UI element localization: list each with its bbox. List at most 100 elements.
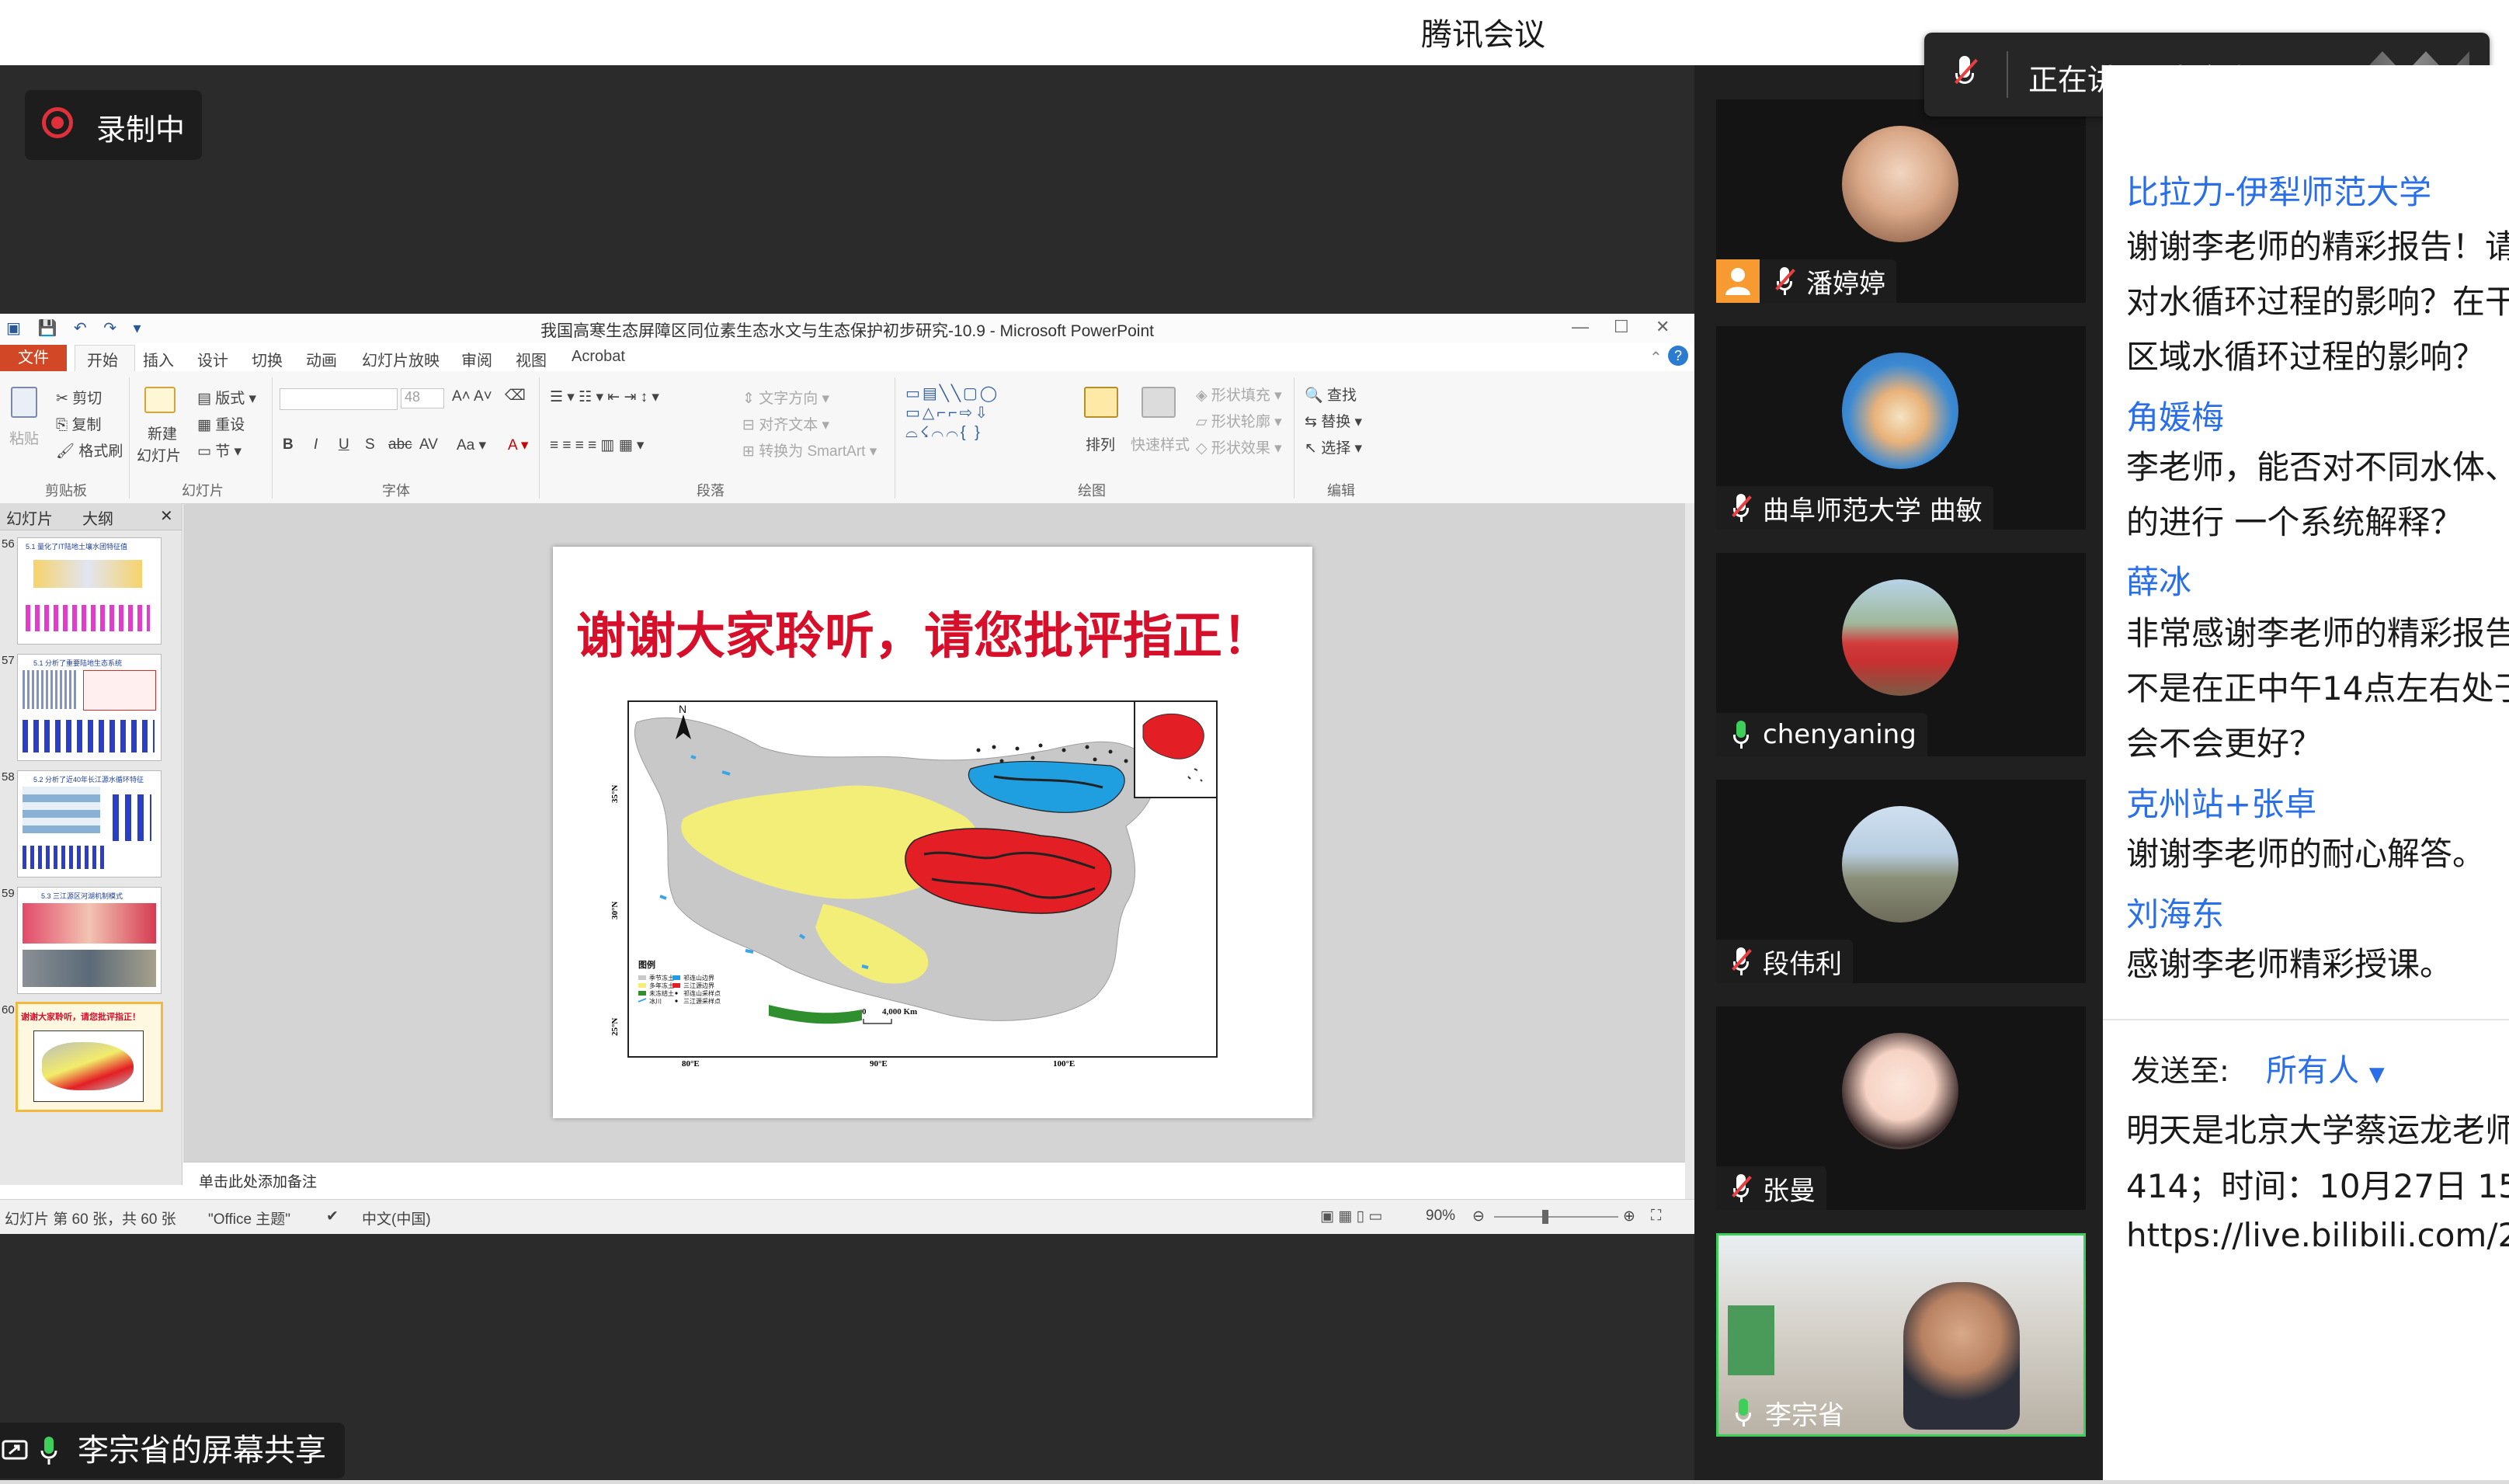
underline-button[interactable]: U — [339, 436, 349, 454]
arrange-icon[interactable] — [1084, 387, 1118, 418]
reset-button[interactable]: ▦ 重设 — [197, 413, 245, 434]
tab-design[interactable]: 设计 — [197, 348, 228, 370]
mic-muted-icon[interactable] — [1730, 494, 1752, 522]
shape-effects-button[interactable]: ◇ 形状效果 ▾ — [1196, 436, 1282, 457]
tab-file[interactable]: 文件 — [0, 345, 67, 371]
font-color-button[interactable]: A ▾ — [508, 436, 528, 454]
tab-slides[interactable]: 幻灯片 — [6, 506, 53, 529]
new-slide-label[interactable]: 新建 — [148, 422, 177, 443]
thumb-bars — [26, 605, 150, 631]
legend-swatch-sanjiangyuan — [672, 983, 680, 988]
tab-insert[interactable]: 插入 — [143, 348, 174, 370]
tab-home[interactable]: 开始 — [87, 348, 118, 370]
minimize-icon[interactable]: — — [1572, 317, 1589, 337]
fit-slide-icon[interactable]: ⛶ — [1651, 1208, 1661, 1225]
tab-outline[interactable]: 大纲 — [82, 506, 113, 529]
layout-button[interactable]: ▤ 版式 ▾ — [197, 387, 256, 408]
notes-pane[interactable]: 单击此处添加备注 — [183, 1162, 1685, 1200]
arrange-button[interactable]: 排列 — [1086, 433, 1115, 454]
participant-tile[interactable]: 潘婷婷 — [1716, 99, 2086, 303]
select-button[interactable]: ↖ 选择 ▾ — [1305, 436, 1362, 457]
mic-on-icon — [40, 1437, 57, 1465]
mic-muted-icon[interactable] — [1774, 267, 1795, 295]
italic-button[interactable]: I — [314, 436, 318, 454]
mic-on-icon[interactable] — [1730, 721, 1752, 749]
section-button[interactable]: ▭ 节 ▾ — [197, 440, 242, 460]
tab-acrobat[interactable]: Acrobat — [572, 348, 625, 366]
slide-thumbnail[interactable]: 5.3 三江源区河湖机制模式 — [17, 887, 162, 994]
chat-draft-line[interactable]: https://live.bilibili.com/2 — [2126, 1216, 2509, 1254]
clear-format-icon[interactable]: ⌫ — [505, 387, 526, 405]
shadow-button[interactable]: S — [365, 436, 375, 454]
zoom-slider[interactable] — [1494, 1216, 1618, 1218]
lat-label: 25°N — [610, 1017, 620, 1036]
zoom-in-icon[interactable]: ⊕ — [1623, 1208, 1635, 1225]
shapes-gallery[interactable]: ▭▤╲╲▢◯ ▭△⌐⌐⇨⇩ ⌓☇⌒⌒{ } — [905, 384, 999, 442]
paste-button[interactable]: 粘贴 — [9, 427, 39, 448]
bold-button[interactable]: B — [283, 436, 294, 454]
participant-tile[interactable]: chenyaning — [1716, 553, 2086, 756]
theme-name: "Office 主题" — [208, 1211, 291, 1228]
participant-tile[interactable]: 曲阜师范大学 曲敏 — [1716, 326, 2086, 530]
mic-muted-icon[interactable] — [1730, 1174, 1752, 1202]
font-family-select[interactable] — [280, 388, 398, 410]
quick-styles-button[interactable]: 快速样式 — [1131, 433, 1190, 454]
font-size-select[interactable]: 48 — [401, 388, 444, 408]
cut-button[interactable]: ✂ 剪切 — [56, 387, 102, 408]
tab-slideshow[interactable]: 幻灯片放映 — [362, 348, 440, 370]
mic-muted-icon[interactable] — [1730, 947, 1752, 975]
participant-name: chenyaning — [1763, 719, 1917, 750]
cut-label: 剪切 — [72, 391, 103, 407]
tab-transitions[interactable]: 切换 — [252, 348, 283, 370]
bullets-buttons[interactable]: ☰ ▾ ☷ ▾ ⇤ ⇥ ↕ ▾ — [550, 388, 659, 406]
chat-draft-line[interactable]: 明天是北京大学蔡运龙老师 — [2126, 1104, 2509, 1152]
slide-thumbnail[interactable]: 5.1 量化了IT陆地土壤水团特征值 — [17, 537, 162, 645]
view-buttons[interactable]: ▣ ▦ ▯ ▭ — [1320, 1208, 1382, 1225]
paste-icon[interactable] — [11, 387, 37, 418]
thumb-map — [23, 903, 156, 944]
shape-fill-button[interactable]: ◈ 形状填充 ▾ — [1196, 384, 1282, 405]
close-icon[interactable]: ✕ — [1656, 317, 1670, 337]
current-slide[interactable]: 谢谢大家聆听，请您批评指正！ N 0 4,000 Km 图例 季节冻土 多年冻土… — [553, 547, 1312, 1118]
copy-button[interactable]: ⎘ 复制 — [56, 413, 102, 434]
ribbon-collapse-icon[interactable]: ⌃ — [1649, 348, 1663, 367]
align-buttons[interactable]: ≡ ≡ ≡ ≡ ▥ ▦ ▾ — [550, 436, 644, 454]
font-grow-shrink-buttons[interactable]: A˄ A˅ — [452, 388, 492, 405]
participant-tile[interactable]: 张曼 — [1716, 1006, 2086, 1210]
participant-tile[interactable]: 段伟利 — [1716, 780, 2086, 983]
quick-styles-icon[interactable] — [1142, 387, 1176, 418]
recording-indicator[interactable]: 录制中 — [25, 90, 202, 160]
format-painter-button[interactable]: 🖌 格式刷 — [56, 440, 123, 460]
replace-button[interactable]: ⇆ 替换 ▾ — [1305, 410, 1362, 431]
spellcheck-icon[interactable]: ✔ — [326, 1208, 339, 1225]
thumb-title: 5.1 分析了重要陆地生态系统 — [33, 659, 123, 667]
participant-tile-active-speaker[interactable]: 李宗省 — [1716, 1233, 2086, 1437]
tab-animations[interactable]: 动画 — [306, 348, 337, 370]
new-slide-icon[interactable] — [144, 387, 175, 413]
zoom-slider-thumb[interactable] — [1542, 1210, 1548, 1224]
tab-view[interactable]: 视图 — [516, 348, 547, 370]
new-slide-label-2[interactable]: 幻灯片 — [137, 444, 181, 465]
shape-fill-label: 形状填充 — [1211, 388, 1270, 404]
strikethrough-button[interactable]: abc — [388, 436, 412, 454]
maximize-icon[interactable]: ☐ — [1614, 317, 1629, 337]
align-text-button[interactable]: ⊟ 对齐文本 ▾ — [742, 413, 829, 434]
send-to-select[interactable]: 所有人 ▼ — [2266, 1045, 2385, 1090]
find-button[interactable]: 🔍 查找 — [1305, 384, 1357, 405]
change-case-button[interactable]: Aa ▾ — [457, 436, 486, 454]
smartart-button[interactable]: ⊞ 转换为 SmartArt ▾ — [742, 440, 877, 460]
help-icon[interactable]: ? — [1668, 346, 1688, 366]
mic-on-icon[interactable] — [1732, 1399, 1754, 1427]
shape-outline-button[interactable]: ▱ 形状轮廓 ▾ — [1196, 410, 1282, 431]
pane-close-icon[interactable]: ✕ — [160, 506, 173, 526]
slide-thumbnail[interactable]: 5.2 分析了近40年长江源水循环特征 — [17, 770, 162, 878]
thumb-chart — [23, 670, 77, 709]
chat-draft-line[interactable]: 414；时间：10月27日 15 — [2126, 1160, 2509, 1208]
zoom-out-icon[interactable]: ⊖ — [1472, 1208, 1485, 1225]
slide-thumbnail-selected[interactable]: 谢谢大家聆听，请您批评指正！ — [16, 1002, 163, 1112]
text-direction-button[interactable]: ⇕ 文字方向 ▾ — [742, 387, 829, 408]
tab-review[interactable]: 审阅 — [461, 348, 492, 370]
slide-thumbnail[interactable]: 5.1 分析了重要陆地生态系统 — [17, 654, 162, 761]
char-spacing-button[interactable]: AV — [419, 436, 438, 454]
vertical-scrollbar[interactable] — [1685, 503, 1694, 1199]
